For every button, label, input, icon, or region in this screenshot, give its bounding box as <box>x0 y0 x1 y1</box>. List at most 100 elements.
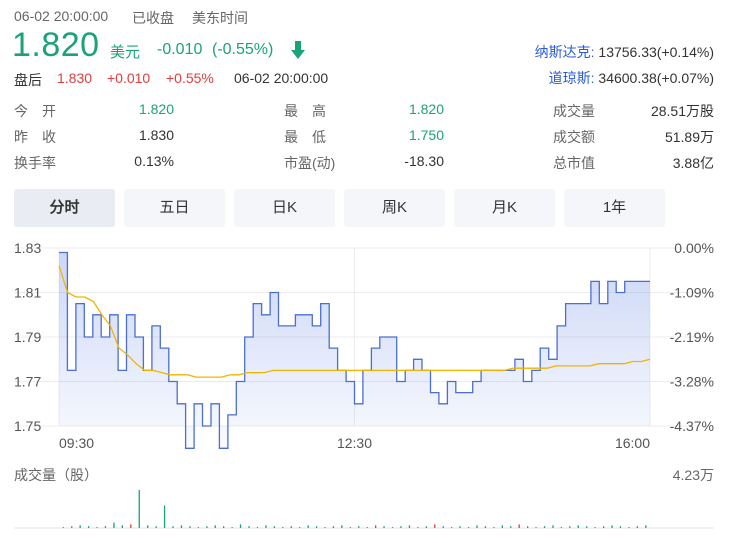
volume-bar <box>163 505 166 528</box>
volume-bar <box>88 526 90 528</box>
stat-value-amount: 51.89万 <box>664 129 714 145</box>
y-right-tick-label: -3.28% <box>670 374 714 390</box>
volume-bar <box>543 526 546 528</box>
volume-bar <box>307 525 309 528</box>
volume-bar <box>459 526 461 528</box>
volume-bar <box>628 527 630 528</box>
volume-bar <box>476 525 478 528</box>
y-right-tick-label: -2.19% <box>670 329 714 345</box>
y-tick-label: 1.81 <box>14 285 41 301</box>
stat-label-volume: 成交量 <box>553 103 595 119</box>
volume-bar <box>206 526 208 528</box>
index-dow[interactable]: 道琼斯: 34600.38(+0.07%) <box>549 68 714 88</box>
volume-bar <box>265 525 267 528</box>
stat-value-pe: -18.30 <box>404 153 444 169</box>
volume-bar <box>223 526 225 528</box>
volume-bar <box>349 527 351 528</box>
index-value: 34600.38(+0.07%) <box>598 70 714 86</box>
volume-bar <box>400 526 402 528</box>
stat-value-turnover: 0.13% <box>134 153 174 169</box>
volume-bar <box>619 526 622 528</box>
stat-label-high: 最 高 <box>284 103 326 119</box>
volume-bar <box>442 526 444 528</box>
after-hours-datetime: 06-02 20:00:00 <box>234 70 329 86</box>
index-nasdaq[interactable]: 纳斯达克: 13756.33(+0.14%) <box>535 42 714 62</box>
x-tick-label: 16:00 <box>615 435 650 451</box>
volume-bar <box>594 527 596 528</box>
quote-datetime: 06-02 20:00:00 <box>14 8 109 24</box>
volume-bar <box>425 526 427 528</box>
after-hours-change-pct: +0.55% <box>166 70 214 86</box>
after-hours-change: +0.010 <box>107 70 151 86</box>
volume-bar <box>493 527 495 528</box>
volume-bar <box>417 527 419 528</box>
volume-bar <box>434 524 436 528</box>
volume-bar <box>172 526 174 528</box>
stat-value-high: 1.820 <box>408 101 444 117</box>
volume-bar <box>180 525 183 528</box>
volume-bar <box>189 526 191 528</box>
intraday-chart[interactable]: 1.83 1.81 1.79 1.77 1.75 0.00% -1.09% -2.19% -3… <box>0 232 732 543</box>
volume-bar <box>645 525 647 528</box>
volume-bar <box>96 527 98 528</box>
stat-label-pe: 市盈(动) <box>284 155 336 171</box>
stat-label-market-cap: 总市值 <box>553 155 595 171</box>
stat-value-open: 1.820 <box>138 101 174 117</box>
x-tick-label: 12:30 <box>337 435 372 451</box>
volume-bar <box>586 526 588 528</box>
y-axis-right: 0.00% -1.09% -2.19% -3.28% -4.37% <box>670 240 714 434</box>
tab-monthly-k[interactable]: 月K <box>454 189 555 227</box>
x-axis: 09:30 12:30 16:00 <box>59 435 650 451</box>
volume-bar <box>121 525 123 528</box>
volume-bar <box>248 526 250 528</box>
volume-bar <box>510 526 512 528</box>
volume-bar <box>408 525 411 528</box>
volume-bar <box>155 526 157 528</box>
volume-bar <box>636 526 638 528</box>
volume-bar <box>518 524 520 528</box>
volume-bar <box>560 527 562 528</box>
volume-bar <box>239 524 242 528</box>
y-right-tick-label: -1.09% <box>670 285 714 301</box>
volume-bar <box>130 524 132 528</box>
volume-bar <box>501 525 503 528</box>
volume-bar <box>315 526 318 528</box>
volume-bar <box>535 527 537 528</box>
after-hours-label: 盘后 <box>14 72 42 88</box>
after-hours-price: 1.830 <box>57 70 93 86</box>
y-axis-left: 1.83 1.81 1.79 1.77 1.75 <box>14 240 41 434</box>
tab-one-year[interactable]: 1年 <box>564 189 665 227</box>
volume-bars <box>62 490 647 528</box>
volume-bar <box>375 525 377 528</box>
stat-value-volume: 28.51万股 <box>650 103 714 119</box>
tab-intraday[interactable]: 分时 <box>14 189 115 227</box>
volume-bar <box>290 526 292 528</box>
y-tick-label: 1.77 <box>14 374 41 390</box>
volume-bar <box>366 527 368 528</box>
volume-max-label: 4.23万 <box>673 467 714 483</box>
volume-bar <box>214 525 216 528</box>
current-price: 1.820 <box>12 26 100 64</box>
volume-bar <box>71 526 73 528</box>
volume-bar <box>332 526 335 528</box>
stat-label-prev-close: 昨 收 <box>14 129 56 145</box>
volume-bar <box>138 490 140 528</box>
timezone-label: 美东时间 <box>192 10 248 26</box>
volume-bar <box>577 525 579 528</box>
volume-bar <box>341 525 343 528</box>
volume-bar <box>104 526 107 528</box>
y-right-tick-label: 0.00% <box>674 240 714 256</box>
tab-five-day[interactable]: 五日 <box>124 189 225 227</box>
stat-label-open: 今 开 <box>14 103 56 119</box>
volume-bar <box>383 526 385 528</box>
volume-bar <box>79 525 81 528</box>
stat-label-amount: 成交额 <box>553 129 595 145</box>
tab-daily-k[interactable]: 日K <box>234 189 335 227</box>
tab-weekly-k[interactable]: 周K <box>344 189 445 227</box>
stat-value-low: 1.750 <box>408 127 444 143</box>
volume-bar <box>603 526 605 528</box>
price-change-pct: (-0.55%) <box>212 41 274 58</box>
stat-value-market-cap: 3.88亿 <box>672 155 714 171</box>
volume-bar <box>231 527 233 528</box>
volume-bar <box>358 526 360 528</box>
